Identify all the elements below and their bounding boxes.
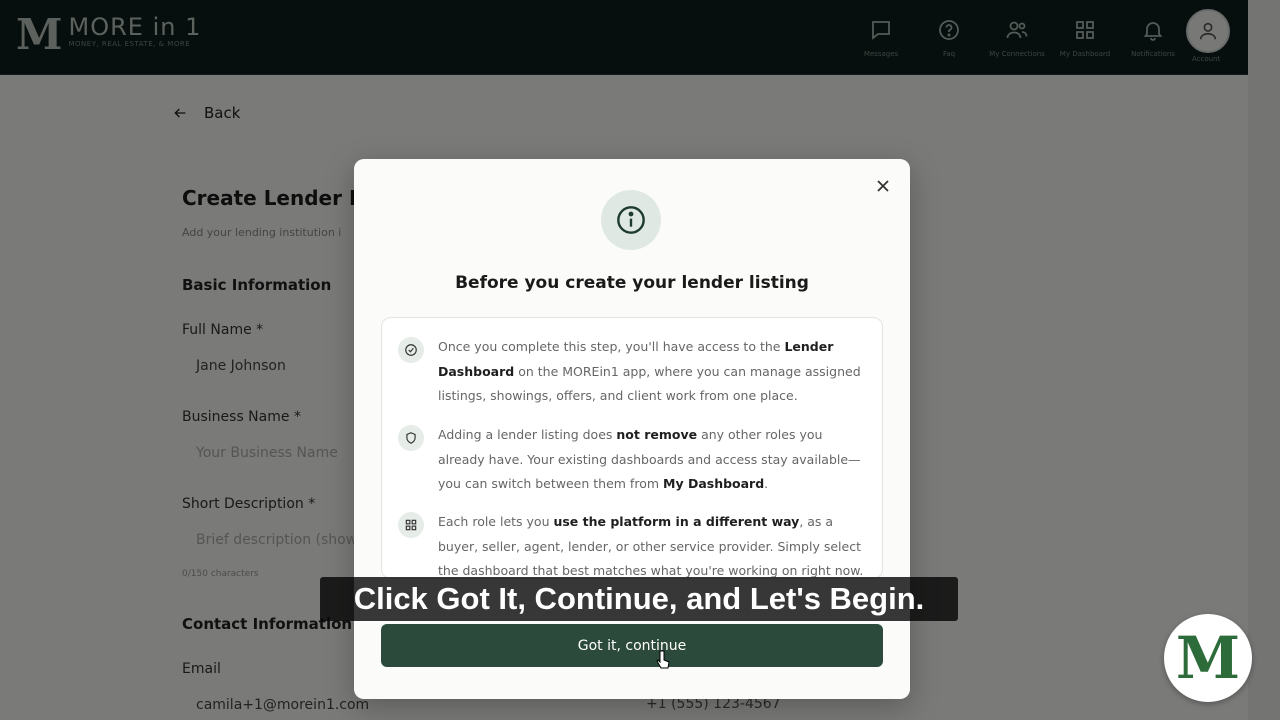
info-list: Once you complete this step, you'll have… [381,317,883,579]
watermark-logo: M [1175,624,1241,692]
info-item-text: Adding a lender listing does not remove … [438,427,861,492]
info-icon [617,206,645,234]
grid-icon [398,512,424,538]
modal-title: Before you create your lender listing [455,273,809,293]
shield-icon [398,425,424,451]
info-item-text: Once you complete this step, you'll have… [438,339,861,404]
got-it-continue-button[interactable]: Got it, continue [381,624,883,667]
info-item: Once you complete this step, you'll have… [398,335,868,409]
info-item: Each role lets you use the platform in a… [398,510,868,579]
close-button[interactable] [872,175,894,197]
info-item-text: Each role lets you use the platform in a… [438,514,864,579]
hand-cursor-icon [656,650,670,669]
close-icon [877,180,889,192]
info-item: Adding a lender listing does not remove … [398,423,868,497]
info-badge [601,190,661,250]
check-circle-icon [398,337,424,363]
video-caption: Click Got It, Continue, and Let's Begin. [320,577,958,621]
brand-watermark: M [1164,614,1252,702]
